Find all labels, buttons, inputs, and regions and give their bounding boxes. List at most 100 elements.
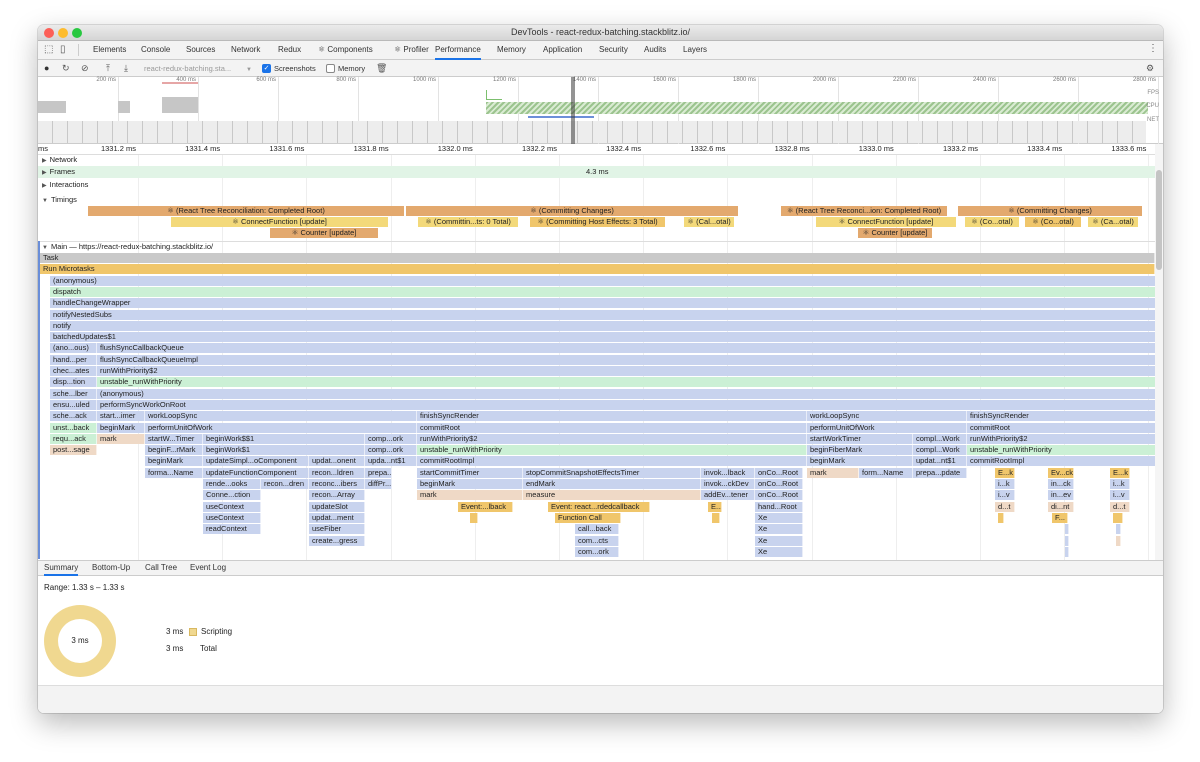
flame-entry[interactable]: beginMark <box>807 456 913 467</box>
flame-entry[interactable] <box>1065 546 1069 557</box>
scrollbar-thumb[interactable] <box>1156 170 1162 270</box>
flame-entry[interactable]: Run Microtasks <box>40 264 1155 275</box>
tab-memory[interactable]: Memory <box>497 41 526 60</box>
flame-entry[interactable]: hand...Root <box>755 501 803 512</box>
tab-redux[interactable]: Redux <box>278 41 301 60</box>
flame-entry[interactable]: workLoopSync <box>807 411 967 422</box>
flame-entry[interactable]: runWithPriority$2 <box>97 366 1157 376</box>
tab-security[interactable]: Security <box>599 41 628 60</box>
clear-icon[interactable]: ⊘ <box>81 62 89 74</box>
flame-entry[interactable]: Function Call <box>555 512 621 523</box>
flame-entry[interactable]: performSyncWorkOnRoot <box>97 399 1157 410</box>
flame-entry[interactable] <box>470 512 478 523</box>
flame-entry[interactable]: reconc...ibers <box>309 479 365 489</box>
frames-track[interactable]: ▶ Frames 4.3 ms <box>38 166 1155 178</box>
record-icon[interactable]: ● <box>44 62 49 74</box>
flame-entry[interactable]: sche...ack <box>50 411 97 422</box>
flame-entry[interactable]: prepa...pdate <box>913 467 967 478</box>
flame-entry[interactable]: beginFiberMark <box>807 445 913 456</box>
flame-entry[interactable]: readContext <box>203 524 261 535</box>
timing-mark[interactable]: ⚛ (Committin...ts: 0 Total) <box>418 217 518 227</box>
flame-entry[interactable]: in...ev <box>1048 490 1074 501</box>
flame-entry[interactable]: unst...back <box>50 422 97 433</box>
flame-entry[interactable]: beginMark <box>145 456 203 467</box>
flame-entry[interactable]: sche...lber <box>50 388 97 399</box>
flame-entry[interactable]: onCo...Root <box>755 467 803 478</box>
flame-entry[interactable]: endMark <box>523 479 701 489</box>
interactions-track[interactable]: ▶ Interactions <box>38 180 1155 190</box>
flame-entry[interactable]: startCommitTimer <box>417 467 523 478</box>
flame-entry[interactable]: ensu...uled <box>50 399 97 410</box>
details-tab-eventlog[interactable]: Event Log <box>190 563 226 572</box>
flame-entry[interactable]: performUnitOfWork <box>807 422 967 433</box>
flame-entry[interactable]: Event:...lback <box>458 501 513 512</box>
flame-entry[interactable]: beginWork$$1 <box>203 433 365 444</box>
flame-entry[interactable]: form...Name <box>859 467 913 478</box>
flame-entry[interactable] <box>1116 535 1121 546</box>
flame-entry[interactable]: E... <box>708 501 722 512</box>
flame-entry[interactable]: recon...Array <box>309 490 365 501</box>
reload-record-icon[interactable]: ↻ <box>62 62 70 74</box>
flame-entry[interactable]: E...k <box>995 467 1015 478</box>
flame-entry[interactable]: useContext <box>203 501 261 512</box>
tab-console[interactable]: Console <box>141 41 170 60</box>
flame-entry[interactable] <box>712 512 720 523</box>
flame-entry[interactable]: finishSyncRender <box>417 411 807 422</box>
tab-application[interactable]: Application <box>543 41 582 60</box>
timing-mark[interactable]: ⚛ (React Tree Reconci...ion: Completed R… <box>781 206 947 216</box>
flame-entry[interactable]: beginMark <box>417 479 523 489</box>
overview-selection-window[interactable] <box>571 77 575 144</box>
flame-entry[interactable]: invok...lback <box>701 467 755 478</box>
flame-entry[interactable]: mark <box>807 467 859 478</box>
flame-entry[interactable]: commitRoot <box>967 422 1157 433</box>
flame-entry[interactable]: diffPr...rties <box>365 479 392 489</box>
flame-entry[interactable]: beginWork$1 <box>203 445 365 456</box>
flame-entry[interactable]: post...sage <box>50 445 97 456</box>
flame-entry[interactable] <box>1065 524 1069 535</box>
timing-mark[interactable]: ⚛ (Cal...otal) <box>684 217 734 227</box>
flame-entry[interactable]: workLoopSync <box>145 411 417 422</box>
timing-mark[interactable]: ⚛ Counter [update] <box>270 228 378 238</box>
timing-mark[interactable]: ⚛ (Ca...otal) <box>1088 217 1138 227</box>
flame-entry[interactable]: com...ork <box>575 546 619 557</box>
flame-entry[interactable] <box>998 512 1004 523</box>
flame-entry[interactable]: in...ck <box>1048 479 1074 489</box>
flame-entry[interactable]: Ev...ck <box>1048 467 1074 478</box>
flame-entry[interactable]: prepa...date <box>365 467 392 478</box>
timing-mark[interactable]: ⚛ (Committing Changes) <box>406 206 738 216</box>
flame-entry[interactable]: measure <box>523 490 701 501</box>
flame-entry[interactable]: notify <box>50 320 1157 331</box>
flame-entry[interactable]: d...t <box>995 501 1015 512</box>
flame-entry[interactable]: (anonymous) <box>50 275 1157 286</box>
flame-entry[interactable]: recon...ldren <box>309 467 365 478</box>
flame-entry[interactable]: mark <box>417 490 523 501</box>
flame-entry[interactable]: dispatch <box>50 286 1157 297</box>
device-toolbar-icon[interactable]: ▯ <box>60 44 66 55</box>
flame-entry[interactable]: F... <box>1052 512 1068 523</box>
flame-entry[interactable]: i...v <box>1110 490 1130 501</box>
flame-entry[interactable]: (anonymous) <box>97 388 1157 399</box>
flame-entry[interactable]: E...k <box>1110 467 1130 478</box>
flame-entry[interactable]: unstable_runWithPriority <box>417 445 807 456</box>
flame-entry[interactable]: call...back <box>575 524 619 535</box>
timing-mark[interactable]: ⚛ (React Tree Reconciliation: Completed … <box>88 206 404 216</box>
flame-entry[interactable] <box>1116 524 1121 535</box>
flame-entry[interactable]: stopCommitSnapshotEffectsTimer <box>523 467 701 478</box>
profile-select[interactable]: react-redux-batching.sta... <box>144 63 231 75</box>
gear-icon[interactable]: ⚙ <box>1146 62 1154 74</box>
flame-entry[interactable]: useContext <box>203 512 261 523</box>
flame-entry[interactable]: beginF...rMark <box>145 445 203 456</box>
flame-entry[interactable]: unstable_runWithPriority <box>97 377 1157 388</box>
details-tab-bottomup[interactable]: Bottom-Up <box>92 563 130 572</box>
trash-icon[interactable]: 🗑 <box>376 62 387 74</box>
tab-sources[interactable]: Sources <box>186 41 215 60</box>
timing-mark[interactable]: ⚛ (Co...otal) <box>1025 217 1081 227</box>
flame-entry[interactable]: runWithPriority$2 <box>967 433 1157 444</box>
flame-entry[interactable]: com...cts <box>575 535 619 546</box>
flame-entry[interactable] <box>1065 535 1069 546</box>
flame-entry[interactable]: start...imer <box>97 411 145 422</box>
flame-entry[interactable]: recon...dren <box>261 479 309 489</box>
details-tab-summary[interactable]: Summary <box>44 563 79 576</box>
flame-entry[interactable]: updateSlot <box>309 501 365 512</box>
flame-entry[interactable]: requ...ack <box>50 433 97 444</box>
